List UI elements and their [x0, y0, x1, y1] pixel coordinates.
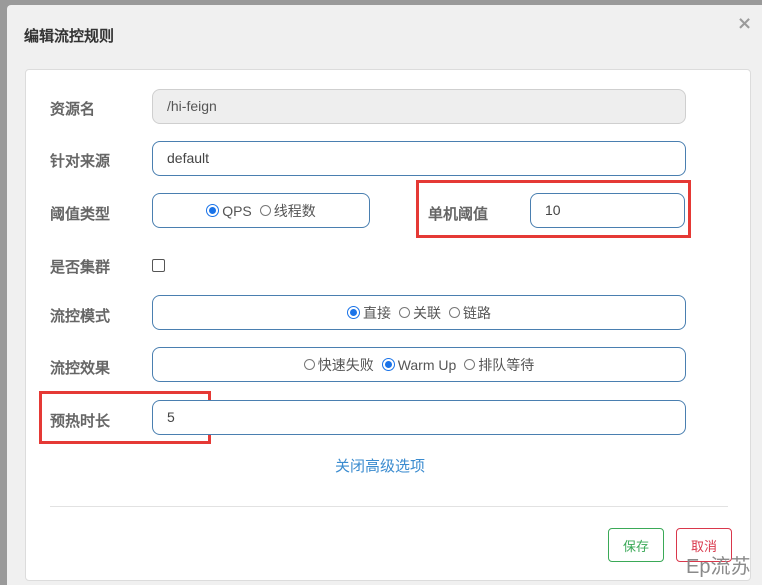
warmup-period-input[interactable]: 5: [152, 400, 686, 435]
cluster-checkbox[interactable]: [152, 259, 165, 272]
dialog-title: 编辑流控规则: [24, 27, 115, 45]
radio-unchecked-icon[interactable]: [259, 205, 271, 216]
footer-divider: [50, 506, 728, 507]
warmup-period-label: 预热时长: [50, 412, 111, 430]
form-panel: 资源名 /hi-feign 针对来源 default 阈值类型 QPS 线程数 …: [25, 69, 751, 581]
radio-checked-icon[interactable]: [347, 306, 360, 319]
strategy-chain[interactable]: 链路: [449, 303, 491, 323]
strategy-direct[interactable]: 直接: [347, 303, 391, 323]
close-advanced-options-link[interactable]: 关闭高级选项: [335, 455, 425, 476]
behavior-warm-up[interactable]: Warm Up: [381, 356, 457, 373]
single-threshold-label: 单机阈值: [428, 205, 489, 223]
behavior-fast-fail[interactable]: 快速失败: [303, 355, 374, 375]
option-label: 排队等待: [478, 356, 535, 373]
behavior-queue[interactable]: 排队等待: [464, 355, 534, 375]
watermark: Ep流苏: [686, 556, 751, 578]
resource-input: /hi-feign: [152, 89, 686, 124]
radio-unchecked-icon[interactable]: [399, 307, 410, 318]
strategy-label: 流控模式: [50, 307, 111, 325]
option-label: Warm Up: [397, 356, 457, 373]
option-label: 线程数: [273, 202, 316, 219]
threshold-type-qps[interactable]: QPS: [206, 203, 252, 219]
control-behavior-group: 快速失败 Warm Up 排队等待: [152, 347, 686, 382]
edit-flow-rule-dialog: 编辑流控规则 × 资源名 /hi-feign 针对来源 default 阈值类型…: [7, 5, 762, 585]
threshold-type-group: QPS 线程数: [152, 193, 370, 228]
threshold-type-thread[interactable]: 线程数: [259, 201, 316, 221]
radio-unchecked-icon[interactable]: [464, 359, 476, 370]
radio-checked-icon[interactable]: [381, 358, 395, 371]
close-icon[interactable]: ×: [737, 15, 752, 33]
radio-unchecked-icon[interactable]: [449, 307, 460, 318]
save-button[interactable]: 保存: [608, 528, 664, 562]
cluster-label: 是否集群: [50, 258, 111, 276]
option-label: 直接: [363, 304, 391, 321]
option-label: QPS: [222, 202, 252, 219]
single-threshold-input[interactable]: 10: [530, 193, 685, 228]
option-label: 链路: [463, 304, 491, 321]
strategy-relate[interactable]: 关联: [399, 303, 441, 323]
option-label: 快速失败: [317, 356, 374, 373]
control-behavior-label: 流控效果: [50, 359, 111, 377]
limit-app-label: 针对来源: [50, 152, 111, 170]
radio-unchecked-icon[interactable]: [303, 359, 315, 370]
resource-label: 资源名: [50, 100, 96, 118]
threshold-type-label: 阈值类型: [50, 205, 111, 223]
radio-checked-icon[interactable]: [206, 204, 220, 217]
strategy-group: 直接 关联 链路: [152, 295, 686, 330]
option-label: 关联: [413, 304, 441, 321]
limit-app-input[interactable]: default: [152, 141, 686, 176]
